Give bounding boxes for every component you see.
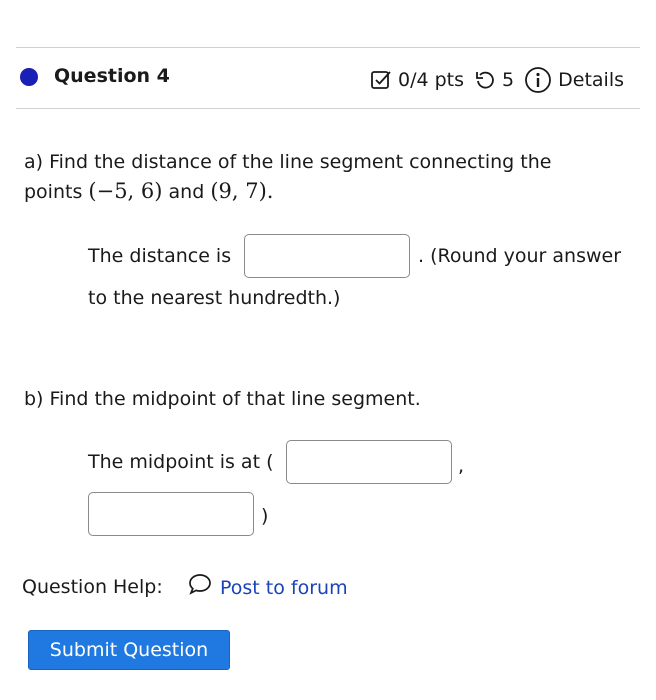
post-to-forum-label[interactable]: Post to forum (220, 574, 348, 602)
point-2: (9, 7) (210, 179, 267, 203)
midpoint-label: The midpoint is at ( (88, 451, 274, 473)
period: . (266, 179, 274, 203)
distance-answer-input[interactable] (244, 234, 410, 278)
question-status-dot (20, 68, 38, 86)
midpoint-comma: , (458, 455, 465, 477)
question-meta: 0/4 pts 5 Details (370, 66, 624, 94)
points-word: points (24, 181, 83, 203)
distance-label: The distance is (88, 245, 232, 267)
attempts-count: 5 (502, 69, 515, 91)
round-note-continued: to the nearest hundredth.) (88, 287, 341, 309)
info-icon[interactable] (524, 66, 552, 94)
midpoint-close-paren: ) (261, 505, 269, 527)
and-word: and (168, 181, 205, 203)
part-a-prompt: a) Find the distance of the line segment… (24, 151, 552, 173)
header-divider (16, 108, 640, 109)
midpoint-x-input[interactable] (286, 440, 452, 484)
post-to-forum-link[interactable]: Post to forum (188, 573, 348, 603)
retry-icon (474, 69, 496, 91)
checkbox-score-icon (370, 69, 392, 91)
submit-question-button[interactable]: Submit Question (28, 630, 230, 670)
details-link[interactable]: Details (558, 69, 624, 91)
question-header: Question 4 0/4 pts 5 Details (16, 48, 640, 108)
midpoint-y-input[interactable] (88, 492, 254, 536)
point-1: (−5, 6) (88, 179, 163, 203)
part-b-prompt: b) Find the midpoint of that line segmen… (24, 388, 421, 410)
part-a-prompt-points: points (−5, 6) and (9, 7). (24, 177, 273, 206)
question-help-label: Question Help: (22, 576, 163, 598)
round-note: . (Round your answer (418, 245, 622, 267)
score-text: 0/4 pts (398, 69, 465, 91)
speech-bubble-icon (188, 573, 212, 603)
question-title: Question 4 (54, 65, 170, 87)
